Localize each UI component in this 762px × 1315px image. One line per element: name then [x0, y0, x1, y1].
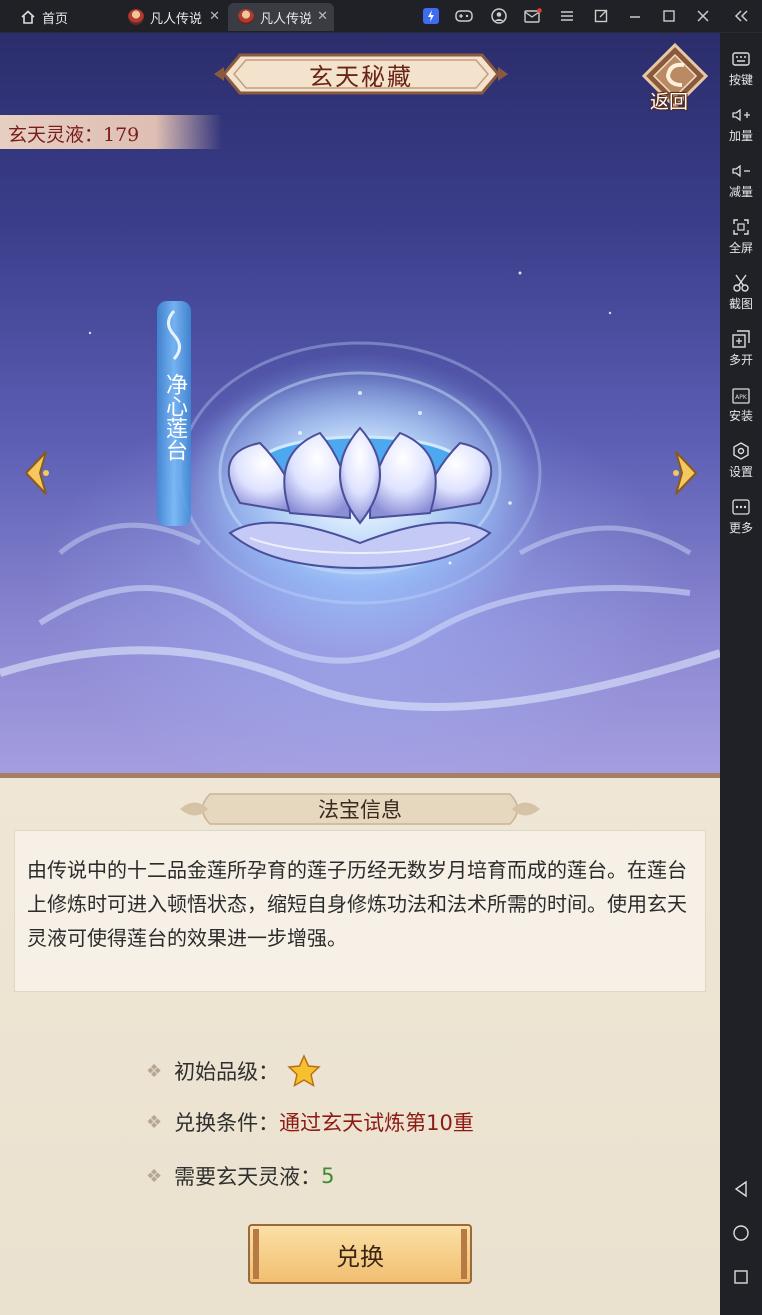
menu-icon[interactable] [558, 7, 576, 25]
info-title: 法宝信息 [318, 798, 402, 822]
home-circle-icon [731, 1223, 751, 1243]
attr-need-value: 5 [321, 1164, 335, 1188]
user-icon[interactable] [490, 7, 508, 25]
sidebar-item-label: 多开 [728, 353, 753, 367]
diamond-bullet-icon: ❖ [146, 1060, 163, 1082]
tab-home-label: 首页 [42, 11, 69, 27]
gold-star-icon [287, 1054, 321, 1088]
volume-up-icon [731, 105, 751, 125]
game-avatar-icon [238, 9, 254, 25]
apk-install-icon: APK [731, 385, 751, 405]
volume-down-icon [731, 161, 751, 181]
game-avatar-icon [128, 9, 144, 25]
sidebar-item-label: 安装 [728, 409, 753, 423]
sidebar-item-keymap[interactable]: 按键 [720, 49, 762, 88]
sidebar-item-label: 截图 [728, 297, 753, 311]
scissors-icon [731, 273, 751, 293]
tab-home[interactable]: 首页 [10, 3, 110, 31]
close-icon[interactable] [694, 7, 712, 25]
settings-icon [731, 441, 751, 461]
description-box: 由传说中的十二品金莲所孕育的莲子历经无数岁月培育而成的莲台。在莲台上修炼时可进入… [14, 830, 706, 992]
lightning-icon[interactable] [422, 7, 440, 25]
tab-close-icon[interactable]: ✕ [317, 9, 328, 24]
sidebar-item-label: 全屏 [728, 241, 753, 255]
attr-cond-value: 通过玄天试炼第10重 [279, 1111, 474, 1135]
attr-cond-label: 兑换条件： [174, 1111, 280, 1135]
emulator-top-bar: 首页 凡人传说 ✕ 凡人传说 ✕ [0, 0, 762, 33]
attr-required-liquid: ❖ 需要玄天灵液： 5 [146, 1161, 335, 1191]
lotus-platform-image [190, 368, 530, 588]
tab-game-1[interactable]: 凡人传说 ✕ [118, 3, 226, 31]
tab-game-1-label: 凡人传说 [150, 11, 203, 27]
minimize-icon[interactable] [626, 7, 644, 25]
nav-recent-button[interactable] [720, 1267, 762, 1289]
prev-arrow-button[interactable] [20, 448, 54, 498]
treasure-name: 净心莲台 [162, 373, 187, 461]
attr-initial-grade: ❖ 初始品级： [146, 1054, 321, 1088]
sidebar-item-volume-down[interactable]: 减量 [720, 161, 762, 200]
exchange-button[interactable] [247, 1223, 473, 1285]
sidebar-item-label: 加量 [728, 129, 753, 143]
fullscreen-icon [731, 217, 751, 237]
collapse-icon[interactable] [732, 7, 750, 25]
sidebar-item-label: 设置 [728, 465, 753, 479]
back-button-label: 返回 [650, 91, 689, 113]
home-icon [20, 9, 36, 25]
sidebar-item-multi-instance[interactable]: 多开 [720, 329, 762, 368]
multi-instance-icon [731, 329, 751, 349]
sidebar-item-label: 按键 [728, 73, 753, 87]
tab-game-2-active[interactable]: 凡人传说 ✕ [228, 3, 334, 31]
attr-exchange-condition: ❖ 兑换条件： 通过玄天试炼第10重 [146, 1107, 474, 1137]
sidebar-item-settings[interactable]: 设置 [720, 441, 762, 480]
gamepad-icon[interactable] [455, 7, 473, 25]
treasure-scene: 玄天秘藏 返回 玄天灵液：179 净心莲台 [0, 33, 720, 778]
keyboard-icon [731, 49, 751, 69]
attr-need-label: 需要玄天灵液： [174, 1165, 322, 1189]
page-title: 玄天秘藏 [309, 62, 413, 91]
recent-square-icon [731, 1267, 751, 1287]
maximize-icon[interactable] [660, 7, 678, 25]
sidebar-item-label: 减量 [728, 185, 753, 199]
game-viewport: 玄天秘藏 返回 玄天灵液：179 净心莲台 法宝信息 由传说中的十二品金莲所孕育… [0, 33, 720, 1315]
diamond-bullet-icon: ❖ [146, 1165, 163, 1187]
emulator-side-panel: 按键 加量 减量 全屏 截图 多开 APK 安装 设置 更多 [720, 33, 762, 1315]
treasure-info-panel: 法宝信息 由传说中的十二品金莲所孕育的莲子历经无数岁月培育而成的莲台。在莲台上修… [0, 773, 720, 1315]
back-triangle-icon [731, 1179, 751, 1199]
tab-game-2-label: 凡人传说 [260, 11, 313, 27]
treasure-description: 由传说中的十二品金莲所孕育的莲子历经无数岁月培育而成的莲台。在莲台上修炼时可进入… [27, 858, 687, 950]
svg-text:APK: APK [735, 394, 748, 401]
nav-back-button[interactable] [720, 1179, 762, 1201]
sidebar-item-more[interactable]: 更多 [720, 497, 762, 536]
diamond-bullet-icon: ❖ [146, 1111, 163, 1133]
sidebar-item-fullscreen[interactable]: 全屏 [720, 217, 762, 256]
sidebar-item-screenshot[interactable]: 截图 [720, 273, 762, 312]
attr-grade-label: 初始品级： [174, 1060, 280, 1084]
sidebar-item-volume-up[interactable]: 加量 [720, 105, 762, 144]
sidebar-item-install-apk[interactable]: APK 安装 [720, 385, 762, 424]
sidebar-item-label: 更多 [728, 521, 753, 535]
window-icon[interactable] [592, 7, 610, 25]
next-arrow-button[interactable] [668, 448, 702, 498]
resource-count: 玄天灵液：179 [8, 124, 140, 146]
nav-home-button[interactable] [720, 1223, 762, 1245]
more-icon [731, 497, 751, 517]
resource-bar: 玄天灵液：179 [0, 115, 222, 149]
tab-close-icon[interactable]: ✕ [209, 9, 220, 24]
mail-icon[interactable] [524, 7, 542, 25]
